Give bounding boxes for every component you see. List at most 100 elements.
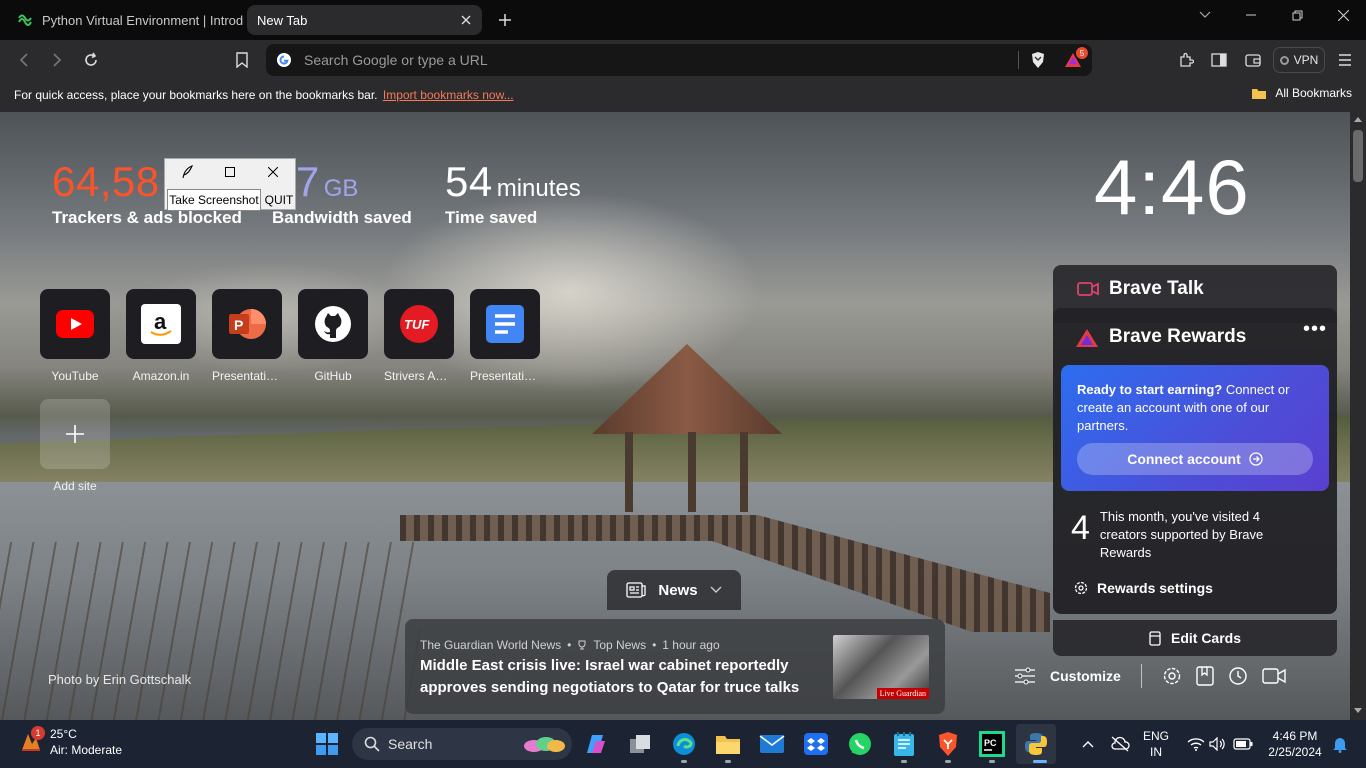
news-label: News (658, 581, 698, 599)
rewards-settings-link[interactable]: Rewards settings (1073, 580, 1213, 596)
whatsapp-icon[interactable] (846, 730, 874, 758)
folder-icon (1252, 88, 1267, 99)
close-icon[interactable] (252, 159, 295, 185)
edit-cards-button[interactable]: Edit Cards (1053, 620, 1337, 656)
notifications-bell-icon[interactable] (1326, 730, 1354, 758)
tab-new-tab[interactable]: New Tab (247, 5, 482, 35)
bandwidth-label: Bandwidth saved (272, 208, 412, 227)
page-scrollbar[interactable] (1350, 112, 1366, 720)
add-site-button[interactable]: Add site (40, 399, 110, 493)
background-gazebo-post (740, 432, 748, 512)
site-name: GitHub (314, 369, 352, 383)
time-saved-unit: minutes (496, 175, 581, 202)
top-site-amazon[interactable]: a Amazon.in (126, 289, 196, 383)
chevron-down-icon (710, 586, 722, 593)
sliders-icon[interactable] (1014, 667, 1036, 685)
extensions-icon[interactable] (1174, 48, 1198, 72)
scrollbar-thumb[interactable] (1353, 130, 1363, 182)
back-icon[interactable] (12, 48, 36, 72)
mail-icon[interactable] (758, 730, 786, 758)
plus-icon (66, 425, 84, 443)
top-site-github[interactable]: GitHub (298, 289, 368, 383)
running-indicator (945, 760, 951, 763)
tab-search-icon[interactable] (1182, 4, 1228, 26)
more-options-icon[interactable]: ••• (1303, 318, 1327, 341)
connect-account-button[interactable]: Connect account (1077, 443, 1313, 475)
site-tile (40, 399, 110, 469)
dropbox-icon[interactable] (802, 730, 830, 758)
quit-button[interactable]: QUIT (263, 189, 295, 211)
bookmarks-message: For quick access, place your bookmarks h… (14, 88, 378, 102)
brave-shields-icon[interactable] (1030, 51, 1046, 74)
top-site-presentation-1[interactable]: P Presentatio... (212, 289, 282, 383)
tab-title: New Tab (257, 12, 308, 28)
windows-taskbar: 25°C Air: Moderate 1 Search PC ENG IN 4:… (0, 720, 1366, 768)
news-source: The Guardian World News (420, 638, 562, 652)
forward-icon[interactable] (45, 48, 69, 72)
tab-strip: Python Virtual Environment | Introdu New… (0, 0, 1366, 40)
omnibox-input[interactable] (304, 44, 1004, 76)
close-window-icon[interactable] (1320, 4, 1366, 26)
news-time: 1 hour ago (662, 638, 720, 652)
customize-button[interactable]: Customize (1050, 668, 1121, 684)
news-thumbnail-label: Live Guardian (876, 688, 929, 699)
vpn-button[interactable]: VPN (1273, 47, 1325, 73)
start-icon[interactable] (313, 730, 341, 758)
brave-talk-icon[interactable] (1262, 667, 1286, 685)
cloud-offline-icon[interactable] (1106, 730, 1134, 758)
news-article-card[interactable]: The Guardian World News • Top News • 1 h… (405, 619, 945, 714)
notepad-icon[interactable] (890, 730, 918, 758)
brave-talk-title: Brave Talk (1109, 278, 1204, 299)
clock-time: 4:46 PM (1272, 729, 1318, 743)
background-gazebo-post (625, 432, 633, 512)
scroll-up-icon[interactable] (1354, 116, 1362, 122)
screenshot-tool-titlebar (165, 159, 295, 185)
bookmark-icon[interactable] (230, 48, 254, 72)
tab-python-venv[interactable]: Python Virtual Environment | Introdu (8, 5, 244, 35)
battery-icon[interactable] (1229, 730, 1257, 758)
new-tab-page: 64,58 Trackers & ads blocked 27GB Bandwi… (0, 112, 1350, 720)
system-clock[interactable]: 4:46 PM 2/25/2024 (1262, 728, 1328, 760)
customize-divider (1140, 664, 1142, 688)
scroll-down-icon[interactable] (1354, 708, 1362, 714)
minimize-icon[interactable] (1228, 4, 1274, 26)
brave-browser-icon[interactable] (934, 730, 962, 758)
task-view-icon[interactable] (626, 730, 654, 758)
import-bookmarks-link[interactable]: Import bookmarks now... (383, 88, 514, 102)
wallet-icon[interactable] (1241, 48, 1265, 72)
add-site-label: Add site (53, 479, 97, 493)
maximize-icon[interactable] (208, 159, 251, 185)
history-icon[interactable] (1228, 666, 1248, 686)
reload-icon[interactable] (79, 48, 103, 72)
photo-credit[interactable]: Photo by Erin Gottschalk (48, 672, 191, 687)
trackers-count: 64,58 (52, 158, 160, 205)
running-indicator (681, 760, 687, 763)
all-bookmarks-button[interactable]: All Bookmarks (1251, 86, 1352, 100)
address-bar[interactable]: 5 (266, 44, 1092, 76)
settings-gear-icon[interactable] (1162, 666, 1182, 686)
top-site-youtube[interactable]: YouTube (40, 289, 110, 383)
new-tab-button[interactable] (494, 9, 516, 31)
top-site-strivers[interactable]: TUF Strivers A2Z ... (384, 289, 454, 383)
bookmarks-page-icon[interactable] (1196, 666, 1214, 686)
news-toggle-button[interactable]: News (607, 570, 741, 610)
restore-icon[interactable] (1274, 4, 1320, 26)
menu-icon[interactable] (1333, 48, 1357, 72)
site-name: YouTube (51, 369, 99, 383)
language-indicator[interactable]: ENG IN (1140, 728, 1172, 760)
volume-icon[interactable] (1204, 730, 1232, 758)
file-explorer-icon[interactable] (714, 730, 742, 758)
close-tab-icon[interactable] (456, 10, 476, 30)
python-icon[interactable] (1022, 730, 1050, 758)
take-screenshot-button[interactable]: Take Screenshot (167, 189, 261, 211)
pycharm-icon[interactable]: PC (978, 730, 1006, 758)
svg-text:a: a (154, 309, 167, 334)
language-code: ENG (1142, 729, 1169, 743)
copilot-icon[interactable] (582, 730, 610, 758)
taskbar-search[interactable]: Search (352, 728, 572, 760)
top-site-presentation-2[interactable]: Presentatio... (470, 289, 540, 383)
edge-icon[interactable] (670, 730, 698, 758)
meta-dot: • (652, 638, 657, 652)
tray-overflow-icon[interactable] (1074, 730, 1102, 758)
sidebar-icon[interactable] (1207, 48, 1231, 72)
